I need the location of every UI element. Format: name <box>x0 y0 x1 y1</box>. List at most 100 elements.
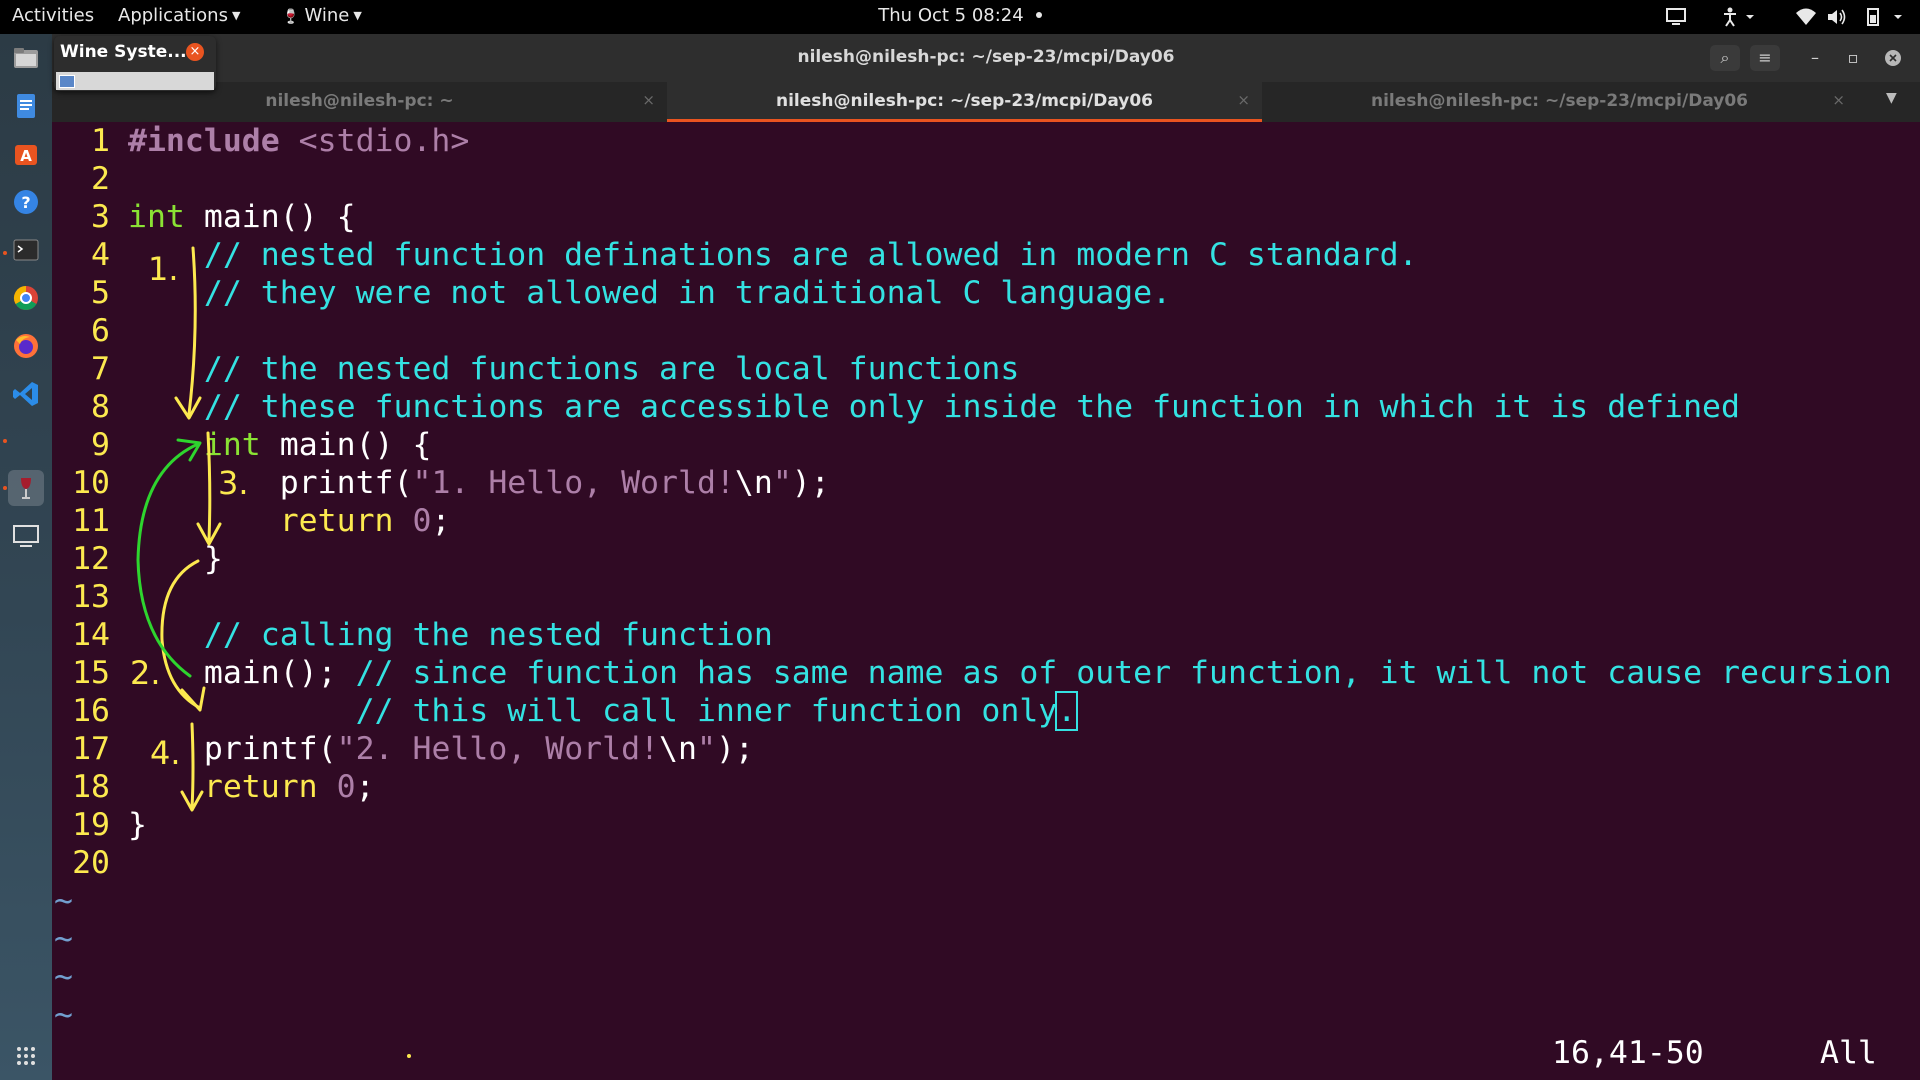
clock-label[interactable]: Thu Oct 5 08:24 <box>878 5 1023 26</box>
code-line-1: #include <stdio.h> <box>128 123 470 159</box>
chevron-down-icon: ▼ <box>353 9 362 22</box>
tab-label: nilesh@nilesh-pc: ~ <box>265 91 454 111</box>
line-number: 13 <box>72 579 110 615</box>
code-line-18: return 0; <box>203 769 375 805</box>
line-number: 15 <box>72 655 110 691</box>
line-number: 19 <box>72 807 110 843</box>
tab-day06-active[interactable]: nilesh@nilesh-pc: ~/sep-23/mcpi/Day06 × <box>667 82 1262 122</box>
display-icon[interactable] <box>8 518 44 554</box>
show-apps-icon[interactable] <box>8 1038 44 1074</box>
window-thumbnail[interactable] <box>56 72 214 90</box>
running-indicator <box>3 439 7 443</box>
tab-label: nilesh@nilesh-pc: ~/sep-23/mcpi/Day06 <box>1370 91 1749 111</box>
empty-line-tilde: ~ <box>54 959 73 995</box>
close-tab-icon[interactable]: × <box>642 91 655 109</box>
chrome-icon[interactable] <box>8 280 44 316</box>
minimize-button[interactable]: – <box>1800 45 1830 71</box>
line-number: 12 <box>72 541 110 577</box>
code-line-12: } <box>128 541 223 577</box>
tab-bar: nilesh@nilesh-pc: ~ × nilesh@nilesh-pc: … <box>52 82 1920 122</box>
line-number: 2 <box>91 161 110 197</box>
volume-icon[interactable] <box>1826 7 1848 32</box>
line-number: 14 <box>72 617 110 653</box>
code-line-15: main(); // since function has same name … <box>128 655 1892 691</box>
code-line-19: } <box>128 807 147 843</box>
line-number: 17 <box>72 731 110 767</box>
wine-popup-title: Wine Syste... <box>60 42 187 62</box>
terminal-titlebar: nilesh@nilesh-pc: ~/sep-23/mcpi/Day06 ⌕ … <box>52 34 1920 82</box>
empty-line-tilde: ~ <box>54 883 73 919</box>
close-window-button[interactable] <box>1878 45 1908 71</box>
accessibility-icon[interactable] <box>1722 7 1758 32</box>
code-line-5: // they were not allowed in traditional … <box>128 275 1172 311</box>
line-number: 9 <box>91 427 110 463</box>
running-indicator <box>3 486 7 490</box>
software-center-icon[interactable]: A <box>8 136 44 172</box>
text-cursor: . <box>1055 691 1079 731</box>
annotation-label-4: 4. <box>150 734 181 772</box>
code-line-8: // these functions are accessible only i… <box>128 389 1740 425</box>
activities-button[interactable]: Activities <box>12 5 94 26</box>
code-line-16: // this will call inner function only. <box>128 691 1079 731</box>
svg-text:A: A <box>20 147 32 165</box>
wifi-icon[interactable] <box>1795 7 1817 32</box>
line-number: 18 <box>72 769 110 805</box>
close-tab-icon[interactable]: × <box>1237 91 1250 109</box>
line-number: 7 <box>91 351 110 387</box>
line-number: 4 <box>91 237 110 273</box>
maximize-button[interactable]: ▫ <box>1838 45 1868 71</box>
tab-label: nilesh@nilesh-pc: ~/sep-23/mcpi/Day06 <box>775 91 1154 111</box>
vim-editor[interactable]: 1 #include <stdio.h> 2 3 int main() { 4 //… <box>52 122 1920 1080</box>
search-icon[interactable]: ⌕ <box>1710 45 1740 71</box>
wine-app-menu[interactable]: 🍷 Wine ▼ <box>282 5 362 26</box>
firefox-icon[interactable] <box>8 328 44 364</box>
help-icon[interactable]: ? <box>8 184 44 220</box>
code-line-3: int main() { <box>128 199 356 235</box>
code-line-7: // the nested functions are local functi… <box>128 351 1020 387</box>
vscode-icon[interactable] <box>8 376 44 412</box>
svg-text:?: ? <box>21 193 30 212</box>
scroll-position: All <box>1820 1035 1877 1071</box>
annotation-label-1: 1. <box>148 250 179 288</box>
line-number: 5 <box>91 275 110 311</box>
screen-icon[interactable] <box>1665 7 1687 32</box>
terminal-icon[interactable] <box>8 232 44 268</box>
wine-window-preview[interactable]: Wine Syste... × <box>54 36 216 91</box>
cursor-position: 16,41-50 <box>1552 1035 1704 1071</box>
line-number: 16 <box>72 693 110 729</box>
line-number: 10 <box>72 465 110 501</box>
code-line-4: // nested function definations are allow… <box>128 237 1418 273</box>
files-icon[interactable] <box>8 40 44 76</box>
top-bar: Activities Applications ▼ 🍷 Wine ▼ Thu Oct … <box>0 0 1920 34</box>
line-number: 6 <box>91 313 110 349</box>
line-number: 3 <box>91 199 110 235</box>
code-line-11: return 0; <box>279 503 451 539</box>
line-number: 11 <box>72 503 110 539</box>
chevron-down-icon: ▼ <box>231 9 241 22</box>
notification-dot-icon <box>1035 12 1042 18</box>
wine-glass-icon: 🍷 <box>282 9 300 25</box>
mini-window-icon <box>59 75 75 88</box>
close-icon[interactable]: × <box>186 43 204 61</box>
empty-line-tilde: ~ <box>54 997 73 1033</box>
close-tab-icon[interactable]: × <box>1832 91 1845 109</box>
empty-line-tilde: ~ <box>54 921 73 957</box>
tab-day06[interactable]: nilesh@nilesh-pc: ~/sep-23/mcpi/Day06 × <box>1262 82 1857 122</box>
applications-menu[interactable]: Applications ▼ <box>118 5 240 26</box>
code-line-14: // calling the nested function <box>128 617 773 653</box>
code-line-17: printf("2. Hello, World!\n"); <box>128 731 754 767</box>
battery-icon[interactable] <box>1862 7 1908 32</box>
wine-glass-icon[interactable] <box>8 470 44 506</box>
chevron-down-icon[interactable]: ▼ <box>1886 90 1897 106</box>
line-number: 8 <box>91 389 110 425</box>
annotation-label-2: 2. <box>130 654 161 692</box>
line-number: 1 <box>91 123 110 159</box>
dock: A ? <box>0 34 52 1080</box>
annotation-label-3: 3. <box>218 464 249 502</box>
code-line-9: int main() { <box>203 427 432 463</box>
line-number: 20 <box>72 845 110 881</box>
running-indicator <box>3 251 7 255</box>
window-title: nilesh@nilesh-pc: ~/sep-23/mcpi/Day06 <box>797 47 1175 67</box>
text-editor-icon[interactable] <box>8 88 44 124</box>
hamburger-menu-icon[interactable]: ≡ <box>1750 45 1780 71</box>
